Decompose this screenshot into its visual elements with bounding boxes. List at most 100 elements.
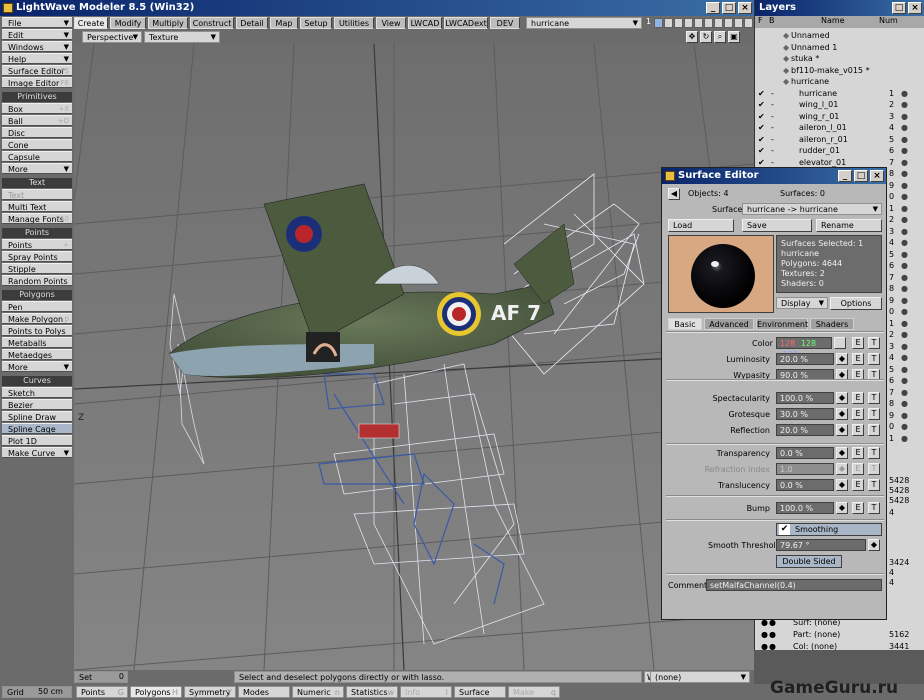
layer-object-row[interactable]: ◆ Unnamed 1 xyxy=(755,42,924,54)
translucency-e-button[interactable]: E xyxy=(852,479,864,491)
left-button-more[interactable]: More ▼ xyxy=(2,163,72,174)
render-mode-dropdown[interactable]: Texture ▼ xyxy=(144,31,220,43)
layer-object-row[interactable]: ◆ Unnamed xyxy=(755,30,924,42)
layer-bank-slot[interactable] xyxy=(674,18,683,28)
tab-view[interactable]: View xyxy=(376,17,406,29)
save-button[interactable]: Save xyxy=(742,219,812,232)
mode-numeric-button[interactable]: Numeric n xyxy=(292,686,344,698)
layer-bank-slot[interactable] xyxy=(704,18,713,28)
smoothing-toggle[interactable]: ✔ Smoothing xyxy=(776,523,882,536)
layer-dropdown[interactable]: hurricane ▼ xyxy=(526,17,642,29)
left-button-metaballs[interactable]: Metaballs xyxy=(2,337,72,348)
zoom-icon[interactable]: ⌕ xyxy=(714,31,726,43)
translucency-t-button[interactable]: T xyxy=(868,479,880,491)
reflection-field[interactable]: 20.0 % xyxy=(776,424,834,436)
layers-maximize-button[interactable]: □ xyxy=(892,2,906,14)
mode-points-button[interactable]: Points G xyxy=(76,686,128,698)
tab-create[interactable]: Create xyxy=(74,17,108,29)
left-button-spline-cage[interactable]: Spline Cage xyxy=(2,423,72,434)
load-button[interactable]: Load xyxy=(668,219,734,232)
left-button-manage-fonts[interactable]: Manage Fonts F10 xyxy=(2,213,72,224)
mode-make-button[interactable]: Make q xyxy=(508,686,560,698)
close-button[interactable]: × xyxy=(738,2,752,14)
left-button-cone[interactable]: Cone xyxy=(2,139,72,150)
refraction-index-field[interactable]: 1.0 xyxy=(776,463,834,475)
tab-setup[interactable]: Setup xyxy=(300,17,332,29)
tab-multiply[interactable]: Multiply xyxy=(148,17,188,29)
double-sided-toggle[interactable]: Double Sided xyxy=(776,555,842,568)
tab-map[interactable]: Map xyxy=(270,17,298,29)
options-button[interactable]: Options xyxy=(830,297,882,310)
layer-bank-slot[interactable] xyxy=(684,18,693,28)
reflection-t-button[interactable]: T xyxy=(868,424,880,436)
comment-field[interactable]: setMalfaChannel(0.4) xyxy=(706,579,882,591)
refraction-index-e-button[interactable]: E xyxy=(852,463,864,475)
transparency-stepper[interactable]: ◆ xyxy=(836,447,848,459)
view-mode-dropdown[interactable]: Perspective ▼ xyxy=(82,31,142,43)
move-icon[interactable]: ✥ xyxy=(686,31,698,43)
transparency-t-button[interactable]: T xyxy=(868,447,880,459)
se-tab-shaders[interactable]: Shaders xyxy=(810,318,854,330)
layer-row[interactable]: ✔ - hurricane 1 ● xyxy=(755,88,924,100)
color-field[interactable]: 128 128 128 xyxy=(776,337,832,359)
left-button-points[interactable]: Points + xyxy=(2,239,72,250)
mode-symmetry-button[interactable]: Symmetry Y xyxy=(184,686,236,698)
maximize-button[interactable]: □ xyxy=(722,2,736,14)
left-button-sketch[interactable]: Sketch xyxy=(2,387,72,398)
translucency-stepper[interactable]: ◆ xyxy=(836,479,848,491)
left-button-metaedges[interactable]: Metaedges xyxy=(2,349,72,360)
layer-object-row[interactable]: ◆ stuka * xyxy=(755,53,924,65)
left-button-image-editor[interactable]: Image Editor F6 xyxy=(2,77,72,88)
left-button-disc[interactable]: Disc xyxy=(2,127,72,138)
spectacularity-e-button[interactable]: E xyxy=(852,392,864,404)
layer-row[interactable]: ✔ - rudder_01 6 ● xyxy=(755,145,924,157)
bump-field[interactable]: 100.0 % xyxy=(776,502,834,514)
bump-stepper[interactable]: ◆ xyxy=(836,502,848,514)
left-button-ball[interactable]: Ball +O xyxy=(2,115,72,126)
tab-construct[interactable]: Construct xyxy=(190,17,234,29)
smooth-threshold-stepper[interactable]: ◆ xyxy=(868,539,880,551)
layer-row[interactable]: ✔ - aileron_r_01 5 ● xyxy=(755,134,924,146)
left-button-pen[interactable]: Pen xyxy=(2,301,72,312)
left-button-points-to-polys[interactable]: Points to Polys xyxy=(2,325,72,336)
rename-button[interactable]: Rename xyxy=(816,219,882,232)
left-button-stipple[interactable]: Stipple xyxy=(2,263,72,274)
spectacularity-field[interactable]: 100.0 % xyxy=(776,392,834,404)
left-button-help[interactable]: Help ▼ xyxy=(2,53,72,64)
left-button-file[interactable]: File ▼ xyxy=(2,17,72,28)
left-button-edit[interactable]: Edit ▼ xyxy=(2,29,72,40)
layer-bank-slot[interactable] xyxy=(734,18,743,28)
left-button-box[interactable]: Box +X xyxy=(2,103,72,114)
bump-e-button[interactable]: E xyxy=(852,502,864,514)
se-tab-advanced[interactable]: Advanced xyxy=(704,318,754,330)
layer-bank-slot[interactable] xyxy=(714,18,723,28)
luminosity-e-button[interactable]: E xyxy=(852,353,864,365)
left-button-windows[interactable]: Windows ▼ xyxy=(2,41,72,52)
mode-polygons-button[interactable]: Polygons H xyxy=(130,686,182,698)
luminosity-stepper[interactable]: ◆ xyxy=(836,353,848,365)
left-button-capsule[interactable]: Capsule xyxy=(2,151,72,162)
tab-detail[interactable]: Detail xyxy=(236,17,268,29)
se-tab-environment[interactable]: Environment xyxy=(756,318,808,330)
left-button-make-polygon[interactable]: Make Polygon p xyxy=(2,313,72,324)
translucency-field[interactable]: 0.0 % xyxy=(776,479,834,491)
layer-object-row[interactable]: ◆ bf110-make_v015 * xyxy=(755,65,924,77)
refraction-index-stepper[interactable]: ◆ xyxy=(836,463,848,475)
rotate-icon[interactable]: ↻ xyxy=(700,31,712,43)
layer-row[interactable]: ✔ - aileron_l_01 4 ● xyxy=(755,122,924,134)
luminosity-t-button[interactable]: T xyxy=(868,353,880,365)
display-dropdown[interactable]: Display ▼ xyxy=(776,297,828,309)
tab-lwcadext[interactable]: LWCADext xyxy=(444,17,488,29)
left-button-text[interactable]: Text xyxy=(2,189,72,200)
tab-dev[interactable]: DEV xyxy=(490,17,520,29)
grotesque-e-button[interactable]: E xyxy=(852,408,864,420)
spectacularity-stepper[interactable]: ◆ xyxy=(836,392,848,404)
layer-bank-slot[interactable] xyxy=(744,18,753,28)
left-button-spline-draw[interactable]: Spline Draw xyxy=(2,411,72,422)
se-tab-basic[interactable]: Basic xyxy=(668,318,702,330)
maximize-icon[interactable]: ▣ xyxy=(728,31,740,43)
se-minimize-button[interactable]: _ xyxy=(838,170,852,182)
left-button-more[interactable]: More ▼ xyxy=(2,361,72,372)
left-button-random-points[interactable]: Random Points xyxy=(2,275,72,286)
se-maximize-button[interactable]: □ xyxy=(854,170,868,182)
